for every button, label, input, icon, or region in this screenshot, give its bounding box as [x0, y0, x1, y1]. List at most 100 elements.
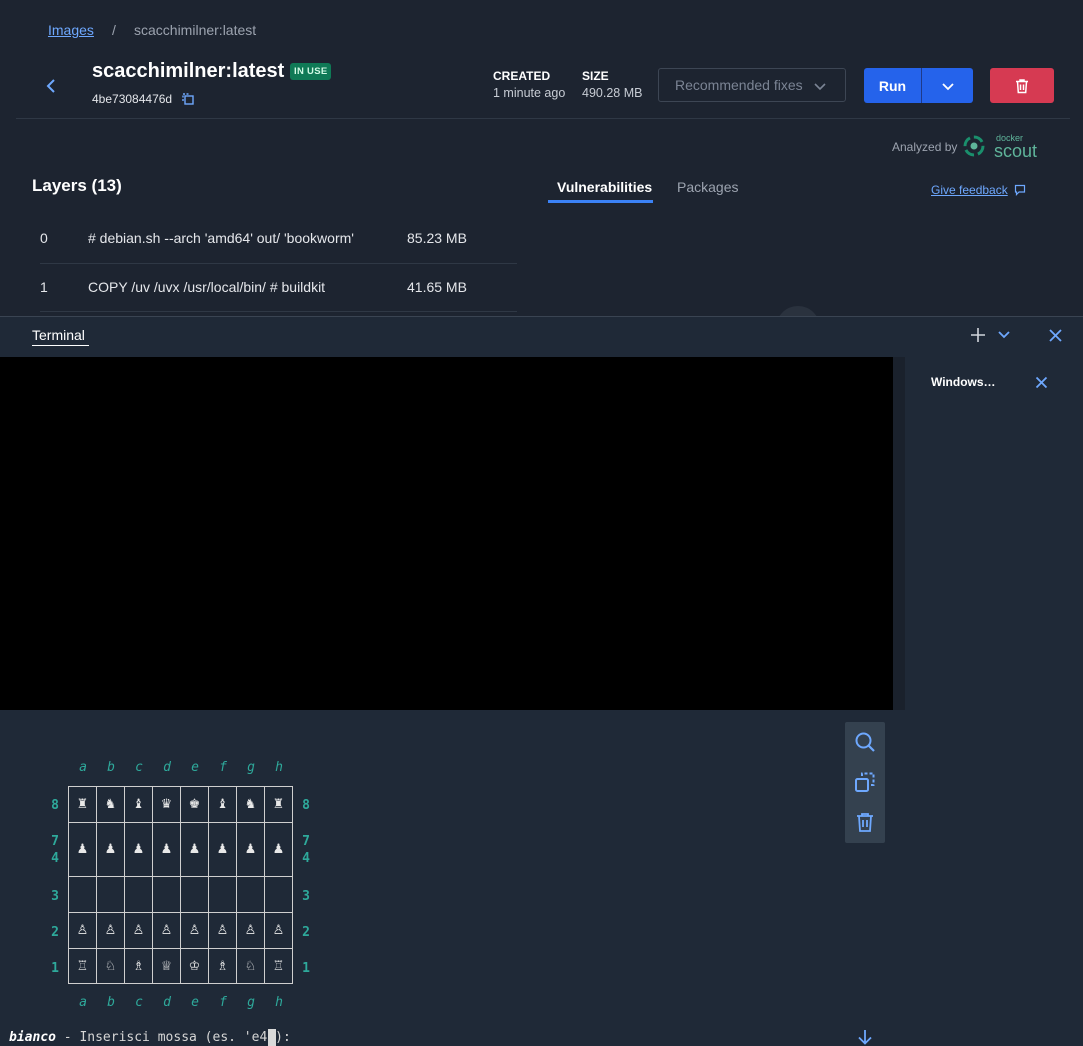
tab-terminal[interactable]: Terminal: [32, 327, 85, 343]
tab-vulnerabilities[interactable]: Vulnerabilities: [557, 179, 652, 195]
file-label-top: h: [275, 760, 283, 775]
board-square: ♟: [180, 822, 208, 876]
rank-label-left: 7 4: [51, 834, 59, 866]
breadcrumb-images-link[interactable]: Images: [48, 22, 94, 38]
terminal-toolbar: [845, 722, 885, 843]
board-square: [264, 876, 292, 912]
copy-icon[interactable]: [181, 92, 195, 106]
close-icon[interactable]: [1035, 376, 1048, 389]
file-label-top: f: [219, 760, 227, 775]
run-options-button[interactable]: [921, 68, 973, 103]
chevron-down-icon: [814, 83, 826, 91]
row-divider: [40, 263, 517, 264]
layer-index: 1: [40, 279, 48, 295]
terminal-header: [0, 316, 1083, 357]
image-digest: 4be73084476d: [92, 92, 173, 106]
scout-brand: scout: [994, 141, 1038, 161]
rank-label-right: 2: [302, 925, 310, 940]
board-square: ♘: [96, 948, 124, 984]
analyzed-by-label: Analyzed by: [892, 140, 958, 154]
run-button[interactable]: Run: [864, 68, 921, 103]
created-label: CREATED: [493, 69, 551, 83]
recommended-fixes-dropdown[interactable]: Recommended fixes: [658, 68, 846, 102]
board-square: ♜: [264, 786, 292, 822]
board-square: ♟: [68, 822, 96, 876]
feedback-icon: [1014, 184, 1026, 196]
give-feedback-link[interactable]: Give feedback: [931, 183, 1008, 197]
active-tab-indicator: [548, 200, 653, 203]
copy-icon[interactable]: [853, 770, 877, 794]
trash-icon: [1016, 78, 1028, 93]
board-square: ♖: [68, 948, 96, 984]
file-label-top: d: [163, 760, 171, 775]
board-square: ♖: [264, 948, 292, 984]
rank-label-left: 8: [51, 798, 59, 813]
size-label: SIZE: [582, 69, 609, 83]
arrow-down-icon[interactable]: [856, 1028, 874, 1046]
layer-command: COPY /uv /uvx /usr/local/bin/ # buildkit: [88, 279, 326, 295]
board-square: ♕: [152, 948, 180, 984]
terminal-prompt: bianco - Inserisci mossa (es. 'e4'):: [9, 1030, 299, 1045]
run-label: Run: [878, 77, 907, 94]
layer-size: 85.23 MB: [407, 230, 467, 246]
search-icon[interactable]: [853, 730, 877, 754]
prompt-text: - Inserisci mossa (es. 'e4'):: [55, 1030, 299, 1045]
board-square: [124, 876, 152, 912]
file-label-top: g: [247, 760, 255, 775]
file-label-top: e: [191, 760, 199, 775]
file-label-bottom: d: [163, 995, 171, 1010]
layers-heading: Layers (13): [32, 176, 122, 195]
delete-image-button[interactable]: [990, 68, 1054, 103]
file-label-bottom: g: [247, 995, 255, 1010]
board-square: ♟: [124, 822, 152, 876]
close-icon[interactable]: [1048, 328, 1063, 343]
size-value: 490.28 MB: [582, 86, 643, 100]
breadcrumb-separator: /: [112, 22, 116, 38]
board-square: [68, 876, 96, 912]
tab-packages[interactable]: Packages: [677, 179, 738, 195]
chevron-down-icon: [941, 82, 954, 90]
board-square: ♙: [96, 912, 124, 948]
created-value: 1 minute ago: [493, 86, 566, 100]
file-label-top: c: [135, 760, 143, 775]
breadcrumb-current: scacchimilner:latest: [134, 22, 257, 38]
file-label-bottom: b: [107, 995, 115, 1010]
terminal-side-panel: [893, 357, 1083, 710]
board-square: ♙: [236, 912, 264, 948]
board-square: ♙: [124, 912, 152, 948]
rank-label-left: 2: [51, 925, 59, 940]
image-title: scacchimilner:latest: [92, 60, 285, 82]
rank-label-right: 7 4: [302, 834, 310, 866]
layer-command: # debian.sh --arch 'amd64' out/ 'bookwor…: [88, 230, 354, 246]
terminal-tab-underline: [32, 345, 89, 346]
board-square: ♟: [264, 822, 292, 876]
header-divider: [16, 118, 1070, 119]
terminal-cursor: [268, 1029, 276, 1046]
rank-label-right: 8: [302, 798, 310, 813]
board-square: ♙: [152, 912, 180, 948]
board-square: ♙: [208, 912, 236, 948]
board-square: ♛: [152, 786, 180, 822]
board-square: ♙: [180, 912, 208, 948]
terminal-output[interactable]: abcdefgh abcdefgh 887 47 4332211 ♜ ♞ ♝ ♛ ♚ ♝ ♞…: [0, 357, 893, 1046]
rank-label-right: 1: [302, 961, 310, 976]
plus-icon[interactable]: [969, 326, 987, 344]
chevron-left-icon[interactable]: [42, 74, 62, 98]
trash-icon[interactable]: [853, 810, 877, 834]
rank-label-left: 1: [51, 961, 59, 976]
board-square: ♝: [124, 786, 152, 822]
board-square: ♟: [96, 822, 124, 876]
file-label-top: b: [107, 760, 115, 775]
image-details-panel: [0, 0, 1083, 316]
board-square: ♞: [96, 786, 124, 822]
board-square: ♟: [152, 822, 180, 876]
board-square: ♙: [264, 912, 292, 948]
board-square: ♝: [208, 786, 236, 822]
board-square: ♙: [68, 912, 96, 948]
file-label-bottom: c: [135, 995, 143, 1010]
board-square: [152, 876, 180, 912]
board-square: ♔: [180, 948, 208, 984]
board-square: [208, 876, 236, 912]
file-label-bottom: f: [219, 995, 227, 1010]
chevron-down-icon[interactable]: [996, 328, 1012, 342]
